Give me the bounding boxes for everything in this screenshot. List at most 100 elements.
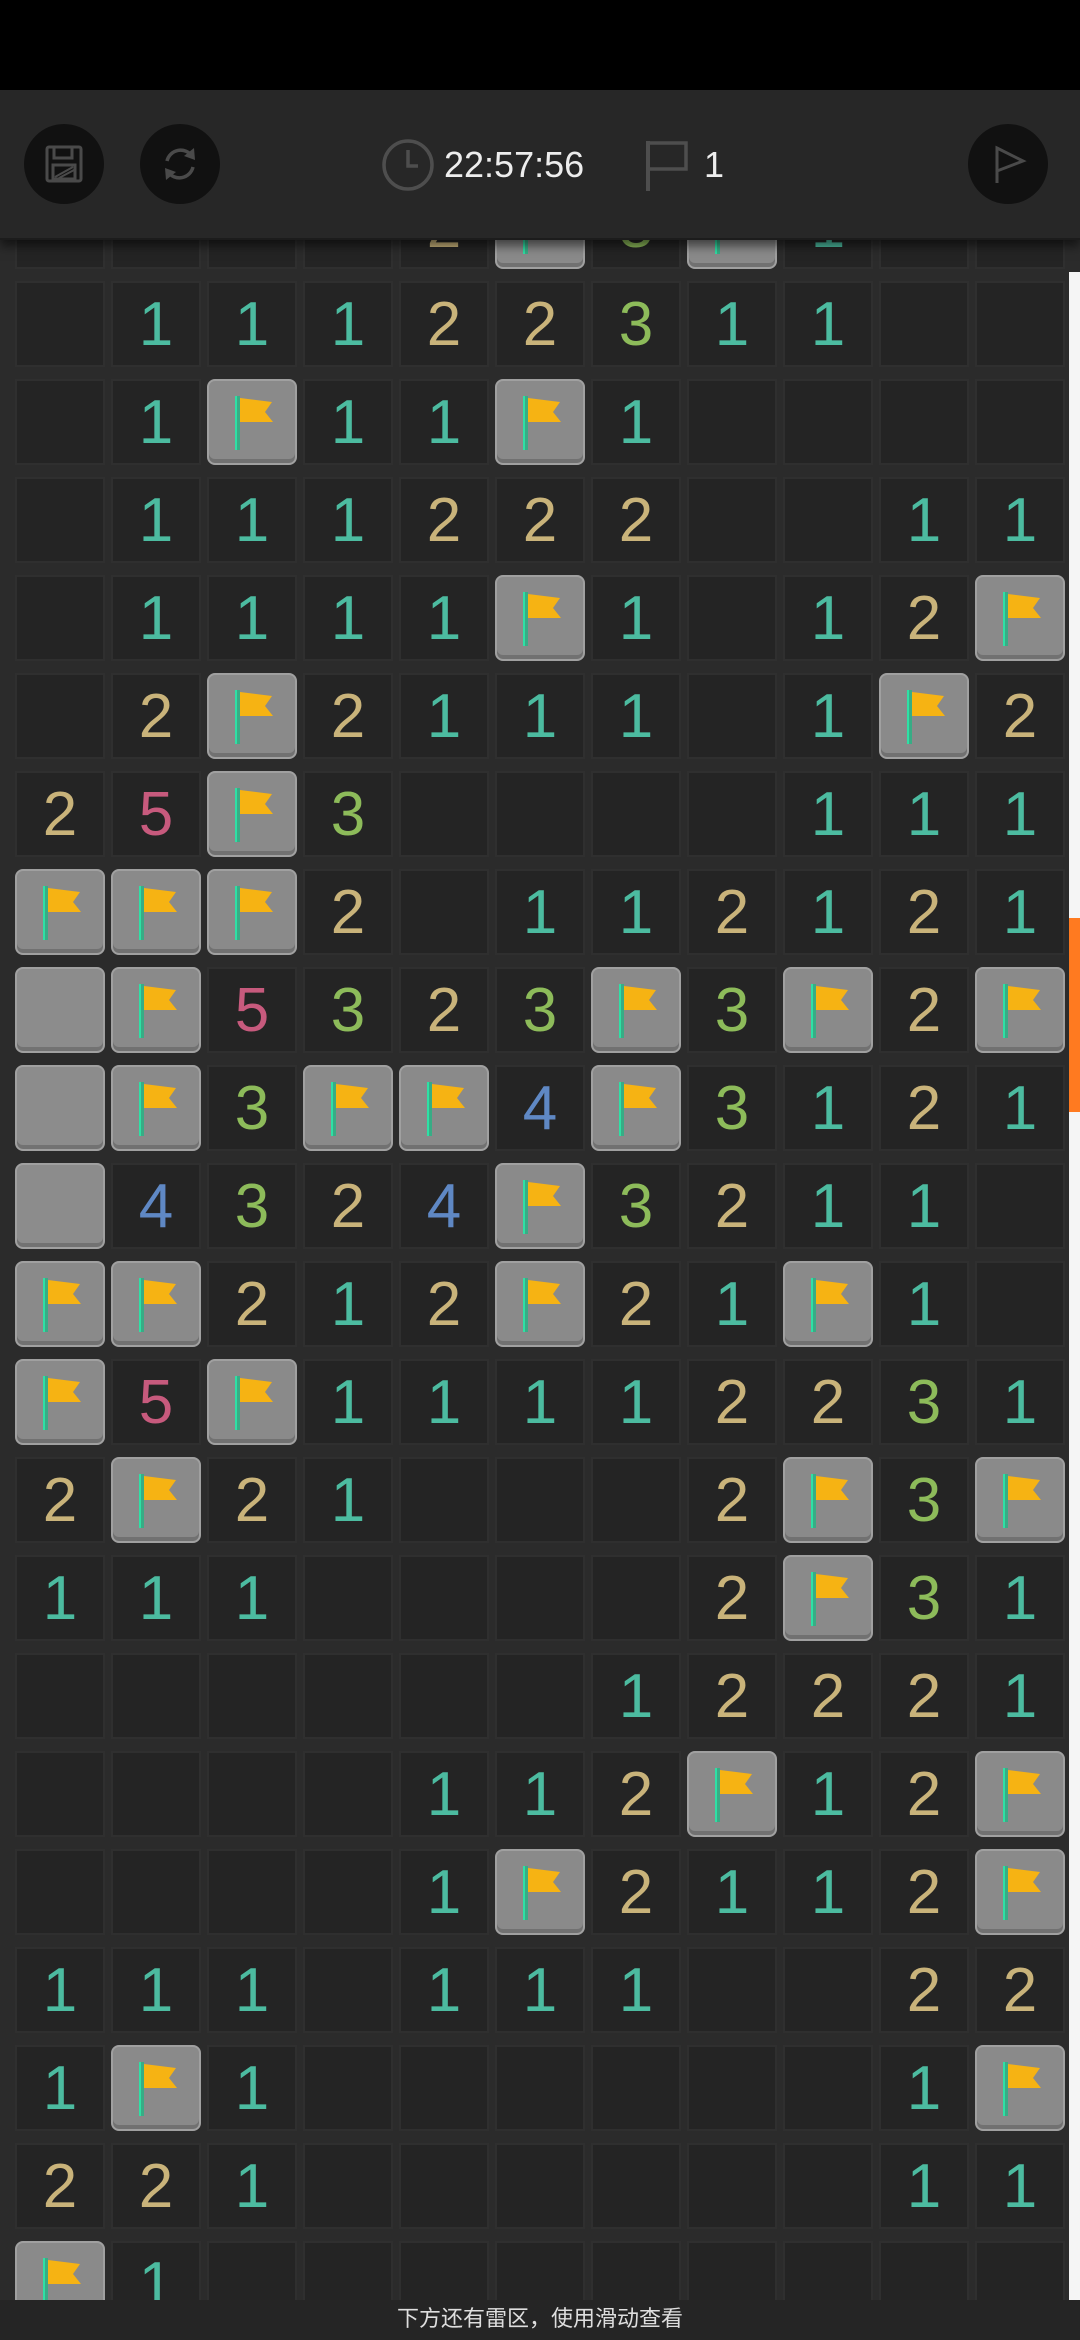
- number-cell[interactable]: 1: [975, 1555, 1065, 1641]
- flagged-cell[interactable]: [975, 2045, 1065, 2131]
- number-cell[interactable]: 1: [495, 869, 585, 955]
- flagged-cell[interactable]: [591, 967, 681, 1053]
- flagged-cell[interactable]: [207, 1359, 297, 1445]
- number-cell[interactable]: 1: [399, 1751, 489, 1837]
- number-cell[interactable]: 1: [495, 1359, 585, 1445]
- flagged-cell[interactable]: [207, 869, 297, 955]
- flagged-cell[interactable]: [975, 575, 1065, 661]
- empty-cell[interactable]: [879, 281, 969, 367]
- number-cell[interactable]: 3: [207, 1163, 297, 1249]
- empty-cell[interactable]: [495, 2045, 585, 2131]
- number-cell[interactable]: 1: [783, 1849, 873, 1935]
- number-cell[interactable]: 1: [495, 673, 585, 759]
- empty-cell[interactable]: [783, 1947, 873, 2033]
- flagged-cell[interactable]: [207, 771, 297, 857]
- number-cell[interactable]: 2: [303, 869, 393, 955]
- number-cell[interactable]: 2: [111, 673, 201, 759]
- number-cell[interactable]: 1: [687, 1849, 777, 1935]
- empty-cell[interactable]: [591, 2045, 681, 2131]
- flagged-cell[interactable]: [975, 1849, 1065, 1935]
- number-cell[interactable]: 1: [111, 477, 201, 563]
- empty-cell[interactable]: [783, 477, 873, 563]
- number-cell[interactable]: 1: [399, 1947, 489, 2033]
- empty-cell[interactable]: [495, 771, 585, 857]
- number-cell[interactable]: 2: [495, 281, 585, 367]
- empty-cell[interactable]: [975, 2241, 1065, 2300]
- empty-cell[interactable]: [591, 2241, 681, 2300]
- number-cell[interactable]: 1: [495, 1947, 585, 2033]
- empty-cell[interactable]: [495, 1653, 585, 1739]
- number-cell[interactable]: 2: [879, 1947, 969, 2033]
- flagged-cell[interactable]: [975, 1751, 1065, 1837]
- number-cell[interactable]: 1: [207, 1555, 297, 1641]
- number-cell[interactable]: 2: [399, 238, 489, 269]
- number-cell[interactable]: 2: [879, 869, 969, 955]
- restart-button[interactable]: [140, 124, 220, 204]
- empty-cell[interactable]: [15, 281, 105, 367]
- empty-cell[interactable]: [687, 2045, 777, 2131]
- number-cell[interactable]: 2: [879, 1653, 969, 1739]
- flagged-cell[interactable]: [399, 1065, 489, 1151]
- empty-cell[interactable]: [207, 1849, 297, 1935]
- number-cell[interactable]: 1: [879, 1163, 969, 1249]
- number-cell[interactable]: 1: [303, 1261, 393, 1347]
- number-cell[interactable]: 1: [591, 1947, 681, 2033]
- number-cell[interactable]: 2: [879, 967, 969, 1053]
- empty-cell[interactable]: [783, 379, 873, 465]
- number-cell[interactable]: 5: [207, 967, 297, 1053]
- empty-cell[interactable]: [207, 238, 297, 269]
- empty-cell[interactable]: [495, 2241, 585, 2300]
- empty-cell[interactable]: [879, 2241, 969, 2300]
- number-cell[interactable]: 3: [879, 1359, 969, 1445]
- flagged-cell[interactable]: [495, 575, 585, 661]
- empty-cell[interactable]: [207, 2241, 297, 2300]
- flagged-cell[interactable]: [15, 1261, 105, 1347]
- number-cell[interactable]: 2: [207, 1261, 297, 1347]
- empty-cell[interactable]: [303, 2143, 393, 2229]
- number-cell[interactable]: 2: [399, 967, 489, 1053]
- number-cell[interactable]: 1: [687, 1261, 777, 1347]
- flagged-cell[interactable]: [111, 1457, 201, 1543]
- number-cell[interactable]: 1: [975, 1359, 1065, 1445]
- covered-cell[interactable]: [15, 1163, 105, 1249]
- number-cell[interactable]: 1: [303, 1457, 393, 1543]
- number-cell[interactable]: 1: [591, 1359, 681, 1445]
- number-cell[interactable]: 2: [591, 1849, 681, 1935]
- number-cell[interactable]: 2: [399, 281, 489, 367]
- number-cell[interactable]: 1: [111, 1947, 201, 2033]
- number-cell[interactable]: 2: [591, 1261, 681, 1347]
- number-cell[interactable]: 2: [879, 575, 969, 661]
- number-cell[interactable]: 1: [399, 673, 489, 759]
- number-cell[interactable]: 1: [975, 869, 1065, 955]
- number-cell[interactable]: 4: [399, 1163, 489, 1249]
- number-cell[interactable]: 3: [303, 771, 393, 857]
- flagged-cell[interactable]: [783, 1555, 873, 1641]
- flagged-cell[interactable]: [207, 379, 297, 465]
- empty-cell[interactable]: [687, 575, 777, 661]
- empty-cell[interactable]: [303, 2045, 393, 2131]
- empty-cell[interactable]: [207, 1653, 297, 1739]
- number-cell[interactable]: 1: [495, 1751, 585, 1837]
- flagged-cell[interactable]: [495, 1163, 585, 1249]
- empty-cell[interactable]: [15, 477, 105, 563]
- number-cell[interactable]: 1: [111, 2241, 201, 2300]
- empty-cell[interactable]: [399, 1555, 489, 1641]
- number-cell[interactable]: 3: [591, 238, 681, 269]
- number-cell[interactable]: 1: [303, 281, 393, 367]
- flagged-cell[interactable]: [495, 1849, 585, 1935]
- number-cell[interactable]: 1: [783, 673, 873, 759]
- number-cell[interactable]: 3: [687, 967, 777, 1053]
- number-cell[interactable]: 5: [111, 771, 201, 857]
- number-cell[interactable]: 1: [207, 2143, 297, 2229]
- number-cell[interactable]: 2: [975, 673, 1065, 759]
- number-cell[interactable]: 2: [15, 1457, 105, 1543]
- number-cell[interactable]: 2: [687, 1653, 777, 1739]
- number-cell[interactable]: 1: [399, 575, 489, 661]
- number-cell[interactable]: 1: [879, 477, 969, 563]
- empty-cell[interactable]: [975, 281, 1065, 367]
- flagged-cell[interactable]: [15, 1359, 105, 1445]
- covered-cell[interactable]: [15, 967, 105, 1053]
- number-cell[interactable]: 2: [975, 1947, 1065, 2033]
- number-cell[interactable]: 1: [111, 575, 201, 661]
- number-cell[interactable]: 5: [111, 1359, 201, 1445]
